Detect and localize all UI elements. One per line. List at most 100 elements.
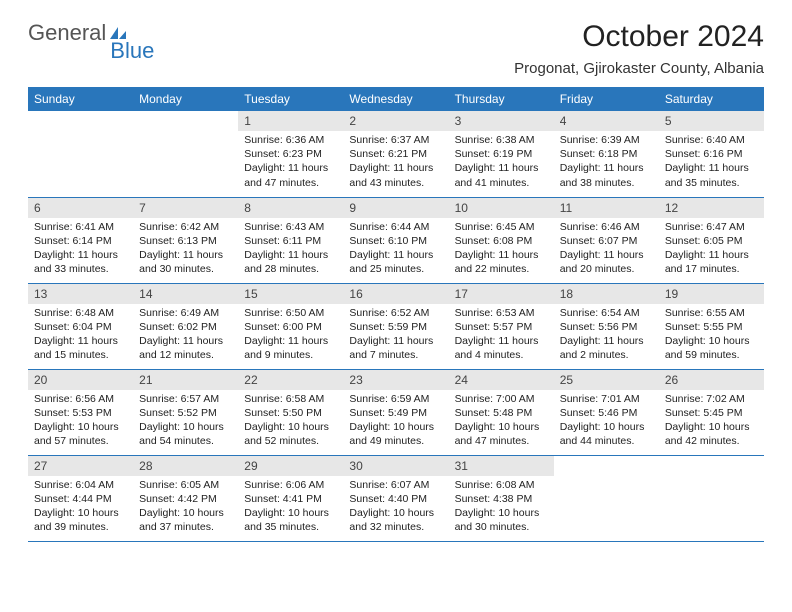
calendar-day-cell: 9Sunrise: 6:44 AMSunset: 6:10 PMDaylight… (343, 197, 448, 283)
calendar-week-row: 27Sunrise: 6:04 AMSunset: 4:44 PMDayligh… (28, 455, 764, 541)
daylight-line: Daylight: 11 hours and 43 minutes. (349, 161, 442, 189)
sunset-line: Sunset: 6:14 PM (34, 234, 127, 248)
calendar-day-cell: 30Sunrise: 6:07 AMSunset: 4:40 PMDayligh… (343, 455, 448, 541)
daylight-line: Daylight: 11 hours and 28 minutes. (244, 248, 337, 276)
weekday-header: Saturday (659, 87, 764, 111)
sunset-line: Sunset: 5:50 PM (244, 406, 337, 420)
sunrise-line: Sunrise: 6:40 AM (665, 133, 758, 147)
daylight-line: Daylight: 11 hours and 17 minutes. (665, 248, 758, 276)
sunrise-line: Sunrise: 6:08 AM (455, 478, 548, 492)
day-number: 27 (28, 456, 133, 476)
calendar-day-cell: 8Sunrise: 6:43 AMSunset: 6:11 PMDaylight… (238, 197, 343, 283)
day-details: Sunrise: 6:05 AMSunset: 4:42 PMDaylight:… (133, 476, 238, 539)
day-details: Sunrise: 6:45 AMSunset: 6:08 PMDaylight:… (449, 218, 554, 281)
logo: General Blue (28, 20, 154, 46)
day-number: 19 (659, 284, 764, 304)
sunset-line: Sunset: 5:45 PM (665, 406, 758, 420)
sunset-line: Sunset: 5:53 PM (34, 406, 127, 420)
day-details: Sunrise: 6:55 AMSunset: 5:55 PMDaylight:… (659, 304, 764, 367)
calendar-day-cell: 24Sunrise: 7:00 AMSunset: 5:48 PMDayligh… (449, 369, 554, 455)
sunset-line: Sunset: 6:04 PM (34, 320, 127, 334)
calendar-empty-cell (554, 455, 659, 541)
day-number: 11 (554, 198, 659, 218)
day-number: 20 (28, 370, 133, 390)
day-number: 4 (554, 111, 659, 131)
calendar-day-cell: 5Sunrise: 6:40 AMSunset: 6:16 PMDaylight… (659, 111, 764, 197)
weekday-header: Tuesday (238, 87, 343, 111)
calendar-table: SundayMondayTuesdayWednesdayThursdayFrid… (28, 87, 764, 542)
day-details: Sunrise: 6:04 AMSunset: 4:44 PMDaylight:… (28, 476, 133, 539)
sunrise-line: Sunrise: 6:48 AM (34, 306, 127, 320)
day-number: 18 (554, 284, 659, 304)
day-number: 26 (659, 370, 764, 390)
calendar-week-row: 13Sunrise: 6:48 AMSunset: 6:04 PMDayligh… (28, 283, 764, 369)
page-subtitle: Progonat, Gjirokaster County, Albania (514, 60, 764, 77)
daylight-line: Daylight: 10 hours and 32 minutes. (349, 506, 442, 534)
daylight-line: Daylight: 10 hours and 30 minutes. (455, 506, 548, 534)
day-number: 14 (133, 284, 238, 304)
calendar-day-cell: 31Sunrise: 6:08 AMSunset: 4:38 PMDayligh… (449, 455, 554, 541)
calendar-day-cell: 12Sunrise: 6:47 AMSunset: 6:05 PMDayligh… (659, 197, 764, 283)
day-number: 28 (133, 456, 238, 476)
calendar-day-cell: 22Sunrise: 6:58 AMSunset: 5:50 PMDayligh… (238, 369, 343, 455)
day-details: Sunrise: 6:57 AMSunset: 5:52 PMDaylight:… (133, 390, 238, 453)
calendar-day-cell: 25Sunrise: 7:01 AMSunset: 5:46 PMDayligh… (554, 369, 659, 455)
day-details: Sunrise: 6:54 AMSunset: 5:56 PMDaylight:… (554, 304, 659, 367)
calendar-day-cell: 7Sunrise: 6:42 AMSunset: 6:13 PMDaylight… (133, 197, 238, 283)
sunset-line: Sunset: 6:08 PM (455, 234, 548, 248)
calendar-week-row: 20 Sunrise: 6:56 AMSunset: 5:53 PM Dayligh… (28, 369, 764, 455)
sunset-line: Sunset: 4:41 PM (244, 492, 337, 506)
day-details: Sunrise: 6:06 AMSunset: 4:41 PMDaylight:… (238, 476, 343, 539)
daylight-line: Daylight: 10 hours and 39 minutes. (34, 506, 127, 534)
day-details: Sunrise: 6:36 AMSunset: 6:23 PMDaylight:… (238, 131, 343, 194)
day-number: 30 (343, 456, 448, 476)
daylight-line: Daylight: 10 hours and 47 minutes. (455, 420, 548, 448)
day-details: Sunrise: 6:53 AMSunset: 5:57 PMDaylight:… (449, 304, 554, 367)
day-number: 5 (659, 111, 764, 131)
day-number: 1 (238, 111, 343, 131)
daylight-line: Daylight: 11 hours and 2 minutes. (560, 334, 653, 362)
calendar-empty-cell (133, 111, 238, 197)
sunset-line: Sunset: 6:13 PM (139, 234, 232, 248)
day-number: 31 (449, 456, 554, 476)
logo-text-general: General (28, 20, 106, 46)
calendar-week-row: 1Sunrise: 6:36 AMSunset: 6:23 PMDaylight… (28, 111, 764, 197)
daylight-line: Daylight: 11 hours and 47 minutes. (244, 161, 337, 189)
calendar-day-cell: 19Sunrise: 6:55 AMSunset: 5:55 PMDayligh… (659, 283, 764, 369)
sunset-line: Sunset: 6:10 PM (349, 234, 442, 248)
daylight-line: Daylight: 11 hours and 4 minutes. (455, 334, 548, 362)
day-details: Sunrise: 6:58 AMSunset: 5:50 PMDaylight:… (238, 390, 343, 453)
daylight-line: Daylight: 11 hours and 20 minutes. (560, 248, 653, 276)
sunset-line: Sunset: 5:55 PM (665, 320, 758, 334)
day-details: Sunrise: 6:42 AMSunset: 6:13 PMDaylight:… (133, 218, 238, 281)
calendar-day-cell: 11 Sunrise: 6:46 AMSunset: 6:07 PMDayligh… (554, 197, 659, 283)
sunrise-line: Sunrise: 6:50 AM (244, 306, 337, 320)
sunset-line: Sunset: 6:07 PM (560, 234, 653, 248)
daylight-line: Daylight: 10 hours and 35 minutes. (244, 506, 337, 534)
day-number: 17 (449, 284, 554, 304)
sunset-line: Sunset: 6:11 PM (244, 234, 337, 248)
sunrise-line: Sunrise: 6:54 AM (560, 306, 653, 320)
sunrise-line: Sunrise: 6:46 AM (560, 220, 653, 234)
daylight-line: Daylight: 10 hours and 59 minutes. (665, 334, 758, 362)
sunset-line: Sunset: 5:48 PM (455, 406, 548, 420)
sunrise-line: Sunrise: 6:36 AM (244, 133, 337, 147)
daylight-line: Daylight: 10 hours and 52 minutes. (244, 420, 337, 448)
sunrise-line: Sunrise: 6:56 AM (34, 392, 127, 406)
sunrise-line: Sunrise: 6:39 AM (560, 133, 653, 147)
calendar-day-cell: 20Sunrise: 6:56 AMSunset: 5:53 PMDayligh… (28, 369, 133, 455)
day-details: Sunrise: 6:49 AMSunset: 6:02 PMDaylight:… (133, 304, 238, 367)
day-details: Sunrise: 6:59 AMSunset: 5:49 PMDaylight:… (343, 390, 448, 453)
weekday-header: Wednesday (343, 87, 448, 111)
day-details: Sunrise: 6:44 AMSunset: 6:10 PMDaylight:… (343, 218, 448, 281)
calendar-day-cell: 6Sunrise: 6:41 AMSunset: 6:14 PMDaylight… (28, 197, 133, 283)
day-details: Sunrise: 6:50 AMSunset: 6:00 PMDaylight:… (238, 304, 343, 367)
daylight-line: Daylight: 10 hours and 37 minutes. (139, 506, 232, 534)
sunrise-line: Sunrise: 7:00 AM (455, 392, 548, 406)
calendar-day-cell: 13Sunrise: 6:48 AMSunset: 6:04 PMDayligh… (28, 283, 133, 369)
day-number: 16 (343, 284, 448, 304)
daylight-line: Daylight: 11 hours and 15 minutes. (34, 334, 127, 362)
calendar-day-cell: 3Sunrise: 6:38 AMSunset: 6:19 PMDaylight… (449, 111, 554, 197)
calendar-day-cell: 16Sunrise: 6:52 AMSunset: 5:59 PMDayligh… (343, 283, 448, 369)
day-number: 22 (238, 370, 343, 390)
